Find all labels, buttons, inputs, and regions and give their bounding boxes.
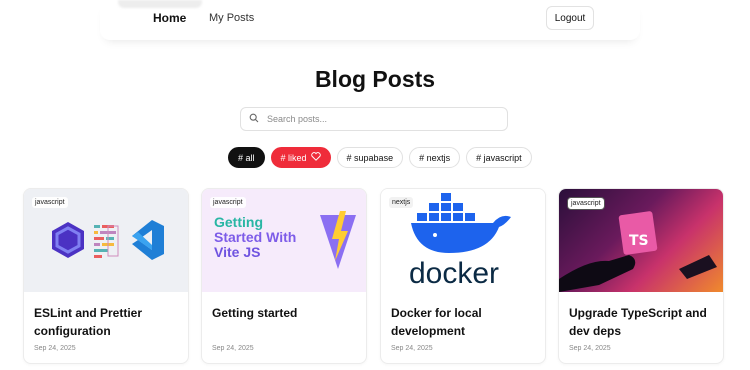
post-thumbnail: nextjs docker (381, 189, 545, 292)
tag-liked[interactable]: # liked (270, 147, 331, 168)
post-title: Getting started (212, 306, 298, 320)
post-date: Sep 24, 2025 (212, 345, 254, 352)
tag-label: # javascript (476, 152, 522, 163)
page-title: Blog Posts (314, 66, 436, 92)
post-card[interactable]: nextjs docker Docker for local developme… (380, 188, 546, 364)
nav-home-link[interactable]: Home (153, 11, 186, 25)
tag-label: # liked (280, 152, 307, 163)
typescript-logo-text: TS (629, 233, 649, 249)
vite-logo-icon (320, 211, 356, 269)
post-date: Sep 24, 2025 (569, 345, 611, 352)
post-thumbnail: javascript Getting Started With Vite JS (202, 189, 366, 292)
tag-supabase[interactable]: # supabase (336, 147, 404, 168)
post-title: ESLint and Prettier configuration (34, 306, 143, 338)
tag-javascript[interactable]: # javascript (466, 147, 532, 168)
tag-label: # supabase (346, 152, 394, 163)
post-date: Sep 24, 2025 (391, 345, 433, 352)
category-chip: javascript (32, 197, 68, 208)
search-box[interactable] (240, 107, 508, 131)
tag-label: # nextjs (419, 152, 451, 163)
thumbnail-caption-line: Getting (214, 214, 263, 230)
post-date: Sep 24, 2025 (34, 345, 76, 352)
tag-filter-bar: # all # liked # supabase # nextjs # java… (228, 147, 532, 168)
heart-icon (310, 152, 321, 163)
thumbnail-caption: Getting Started With Vite JS (214, 215, 296, 260)
post-card[interactable]: javascript TS Upgrade TypeScript and dev… (558, 188, 724, 364)
post-title: Upgrade TypeScript and dev deps (569, 306, 707, 338)
search-icon (249, 110, 259, 128)
nav-my-posts-link[interactable]: My Posts (209, 12, 254, 24)
search-input[interactable] (267, 114, 487, 124)
tag-nextjs[interactable]: # nextjs (409, 147, 461, 168)
docker-wordmark: docker (409, 257, 500, 290)
category-chip: nextjs (389, 197, 414, 208)
post-thumbnail: javascript (24, 189, 188, 292)
post-card[interactable]: javascript ESLint and Prettier configura… (23, 188, 189, 364)
tag-label: # all (238, 152, 255, 163)
tag-all[interactable]: # all (228, 147, 265, 168)
docker-whale-icon (411, 193, 511, 253)
post-card[interactable]: javascript Getting Started With Vite JS … (201, 188, 367, 364)
post-thumbnail: javascript TS (559, 189, 723, 292)
category-chip: javascript (567, 197, 605, 210)
post-title: Docker for local development (391, 306, 482, 338)
logout-button[interactable]: Logout (546, 6, 594, 30)
thumbnail-caption-line: Vite JS (214, 244, 261, 260)
category-chip: javascript (210, 197, 246, 208)
thumbnail-caption-line: Started With (214, 229, 297, 245)
